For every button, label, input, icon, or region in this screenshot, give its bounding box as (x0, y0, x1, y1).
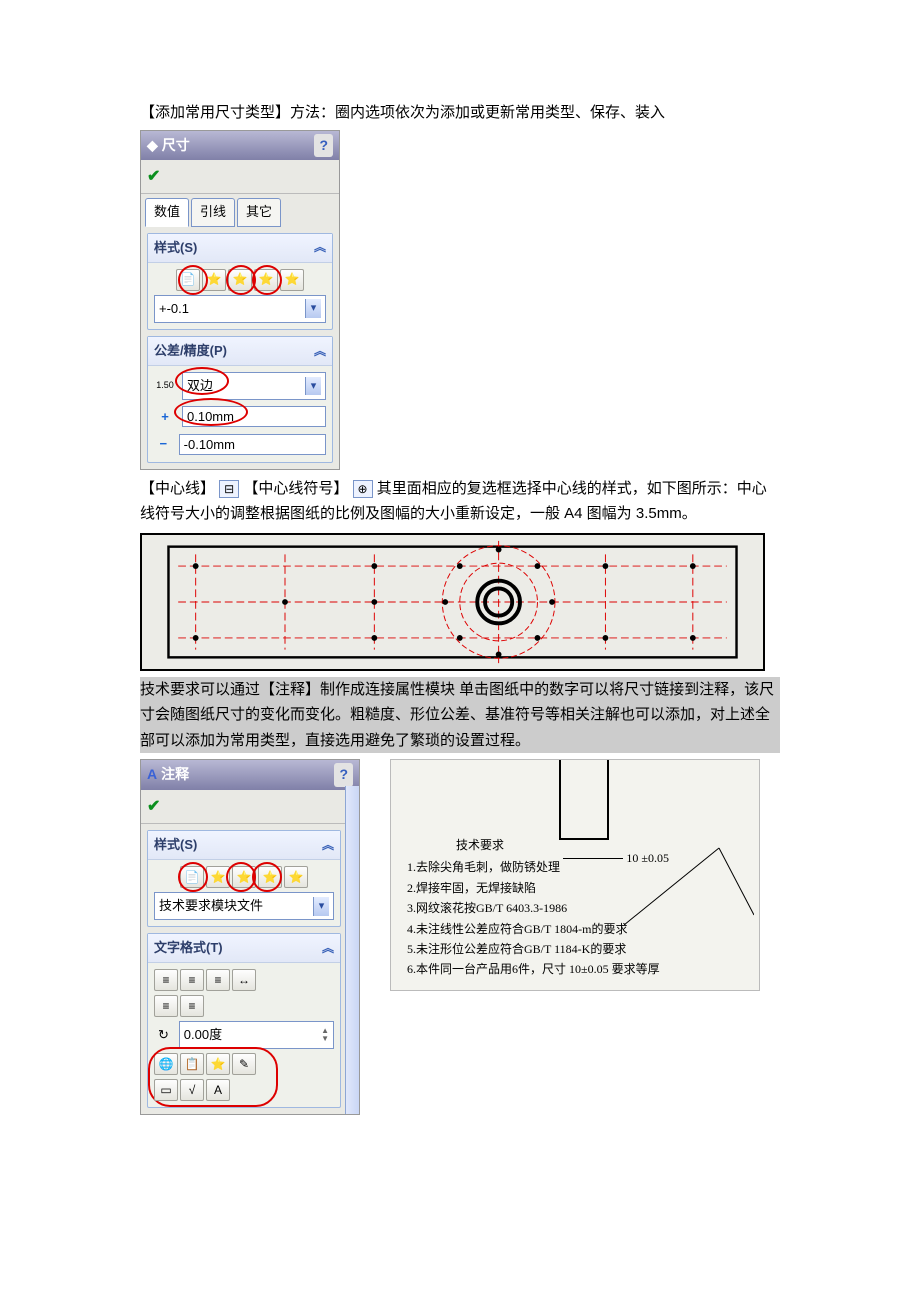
tab-row: 数值 引线 其它 (141, 194, 339, 226)
list-item: 5.未注形位公差应符合GB/T 1184-K的要求 (407, 939, 749, 959)
dropdown-icon: ▾ (313, 897, 329, 916)
intro-text: 【添加常用尺寸类型】方法：圈内选项依次为添加或更新常用类型、保存、装入 (140, 100, 780, 126)
text-format-label: 文字格式(T) (154, 937, 223, 959)
style-save-button[interactable]: ⭐ (258, 866, 282, 888)
box-text-button[interactable]: A (206, 1079, 230, 1101)
style-group: 样式(S) ︽ 📄 ⭐ ⭐ ⭐ ⭐ +-0.1 ▾ (147, 233, 333, 330)
list-item: 6.本件同一台产品用6件，尺寸 10±0.05 要求等厚 (407, 959, 749, 979)
annotation-icon: A (147, 763, 157, 787)
ok-check-icon[interactable]: ✔ (147, 798, 160, 815)
tol-plus-input[interactable] (182, 406, 326, 427)
style-save-button[interactable]: ⭐ (254, 269, 278, 291)
centerline-para: 【中心线】 ⊟ 【中心线符号】 ⊕ 其里面相应的复选框选择中心线的样式，如下图所… (140, 476, 780, 527)
centerline-label-a: 【中心线】 (140, 480, 215, 497)
style-value: +-0.1 (159, 298, 189, 320)
centerline-label-b: 【中心线符号】 (243, 480, 348, 497)
tol-minus-input[interactable] (179, 434, 326, 455)
align-right-button[interactable]: ≡ (206, 969, 230, 991)
align-left-button[interactable]: ≡ (154, 969, 178, 991)
annot-style-icons: 📄 ⭐ ⭐ ⭐ ⭐ (154, 866, 334, 888)
tab-value[interactable]: 数值 (145, 198, 189, 226)
surface-finish-button[interactable]: √ (180, 1079, 204, 1101)
style-load-button[interactable]: ⭐ (280, 269, 304, 291)
angle-value: 0.00度 (184, 1024, 222, 1046)
fit-width-button[interactable]: ↔ (232, 969, 256, 991)
style-add-button[interactable]: ⭐ (202, 269, 226, 291)
spin-down-icon[interactable]: ▼ (321, 1035, 329, 1043)
style-apply-button[interactable]: 📄 (176, 269, 200, 291)
tab-leader[interactable]: 引线 (191, 198, 235, 226)
tol-minus-row: − (154, 433, 326, 455)
confirm-row: ✔ (141, 160, 339, 194)
tol-type-select[interactable]: 双边 ▾ (182, 372, 326, 400)
dimension-icon: ◆ (147, 134, 158, 158)
leader-line (624, 845, 754, 925)
align-top-button[interactable]: ≡ (154, 995, 178, 1017)
plus-icon: + (154, 406, 176, 428)
collapse-icon: ︽ (322, 835, 334, 855)
align-mid-button[interactable]: ≡ (180, 995, 204, 1017)
style-label: 样式(S) (154, 237, 197, 259)
style-icon-row: 📄 ⭐ ⭐ ⭐ ⭐ (154, 269, 326, 291)
annot-style-select[interactable]: 技术要求模块文件 ▾ (154, 892, 334, 920)
drawing-example (140, 533, 765, 671)
collapse-icon: ︽ (314, 341, 326, 361)
style-apply-button[interactable]: 📄 (180, 866, 204, 888)
help-button[interactable]: ? (314, 134, 333, 158)
annot-style-label: 样式(S) (154, 834, 197, 856)
dropdown-icon: ▾ (305, 299, 321, 318)
tolerance-label: 公差/精度(P) (154, 340, 227, 362)
style-select[interactable]: +-0.1 ▾ (154, 295, 326, 323)
collapse-icon: ︽ (322, 938, 334, 958)
help-button[interactable]: ? (334, 763, 353, 787)
style-delete-button[interactable]: ⭐ (232, 866, 256, 888)
annot-title: 注释 (161, 763, 189, 787)
panel-titlebar: ◆ 尺寸 ? (141, 131, 339, 161)
scrollbar[interactable] (345, 786, 359, 1114)
style-load-button[interactable]: ⭐ (284, 866, 308, 888)
fraction-button[interactable]: ▭ (154, 1079, 178, 1101)
tol-mode-icon: 1.50 (154, 381, 176, 390)
tab-other[interactable]: 其它 (237, 198, 281, 226)
part-outline (559, 760, 609, 840)
annot-style-header[interactable]: 样式(S) ︽ (148, 831, 340, 860)
tolerance-header[interactable]: 公差/精度(P) ︽ (148, 337, 332, 366)
angle-icon: ↻ (154, 1024, 173, 1046)
ok-check-icon[interactable]: ✔ (147, 168, 160, 185)
dropdown-icon: ▾ (305, 377, 321, 396)
annot-style-value: 技术要求模块文件 (159, 895, 263, 917)
annotation-panel: A 注释 ? ✔ 样式(S) ︽ 📄 ⭐ ⭐ ⭐ ⭐ (140, 759, 360, 1115)
angle-input[interactable]: 0.00度 ▲▼ (179, 1021, 334, 1049)
panel-title: 尺寸 (162, 134, 190, 158)
tol-plus-row: + (154, 404, 326, 430)
style-header[interactable]: 样式(S) ︽ (148, 234, 332, 263)
tolerance-group: 公差/精度(P) ︽ 1.50 双边 ▾ + − (147, 336, 333, 463)
tech-requirement-figure: 10 ±0.05 技术要求 1.去除尖角毛刺，做防锈处理 2.焊接牢固，无焊接缺… (390, 759, 760, 991)
tol-type-row: 1.50 双边 ▾ (154, 372, 326, 400)
collapse-icon: ︽ (314, 237, 326, 257)
center-mark-icon: ⊕ (353, 480, 373, 498)
style-delete-button[interactable]: ⭐ (228, 269, 252, 291)
dimension-panel: ◆ 尺寸 ? ✔ 数值 引线 其它 样式(S) ︽ 📄 ⭐ ⭐ ⭐ ⭐ (140, 130, 340, 470)
text-format-header[interactable]: 文字格式(T) ︽ (148, 934, 340, 963)
annot-titlebar: A 注释 ? (141, 760, 359, 790)
requirement-para: 技术要求可以通过【注释】制作成连接属性模块 单击图纸中的数字可以将尺寸链接到注释… (140, 677, 780, 754)
centerline-icon: ⊟ (219, 480, 239, 498)
tol-type-value: 双边 (187, 375, 213, 397)
minus-icon: − (154, 433, 173, 455)
style-add-button[interactable]: ⭐ (206, 866, 230, 888)
align-center-button[interactable]: ≡ (180, 969, 204, 991)
